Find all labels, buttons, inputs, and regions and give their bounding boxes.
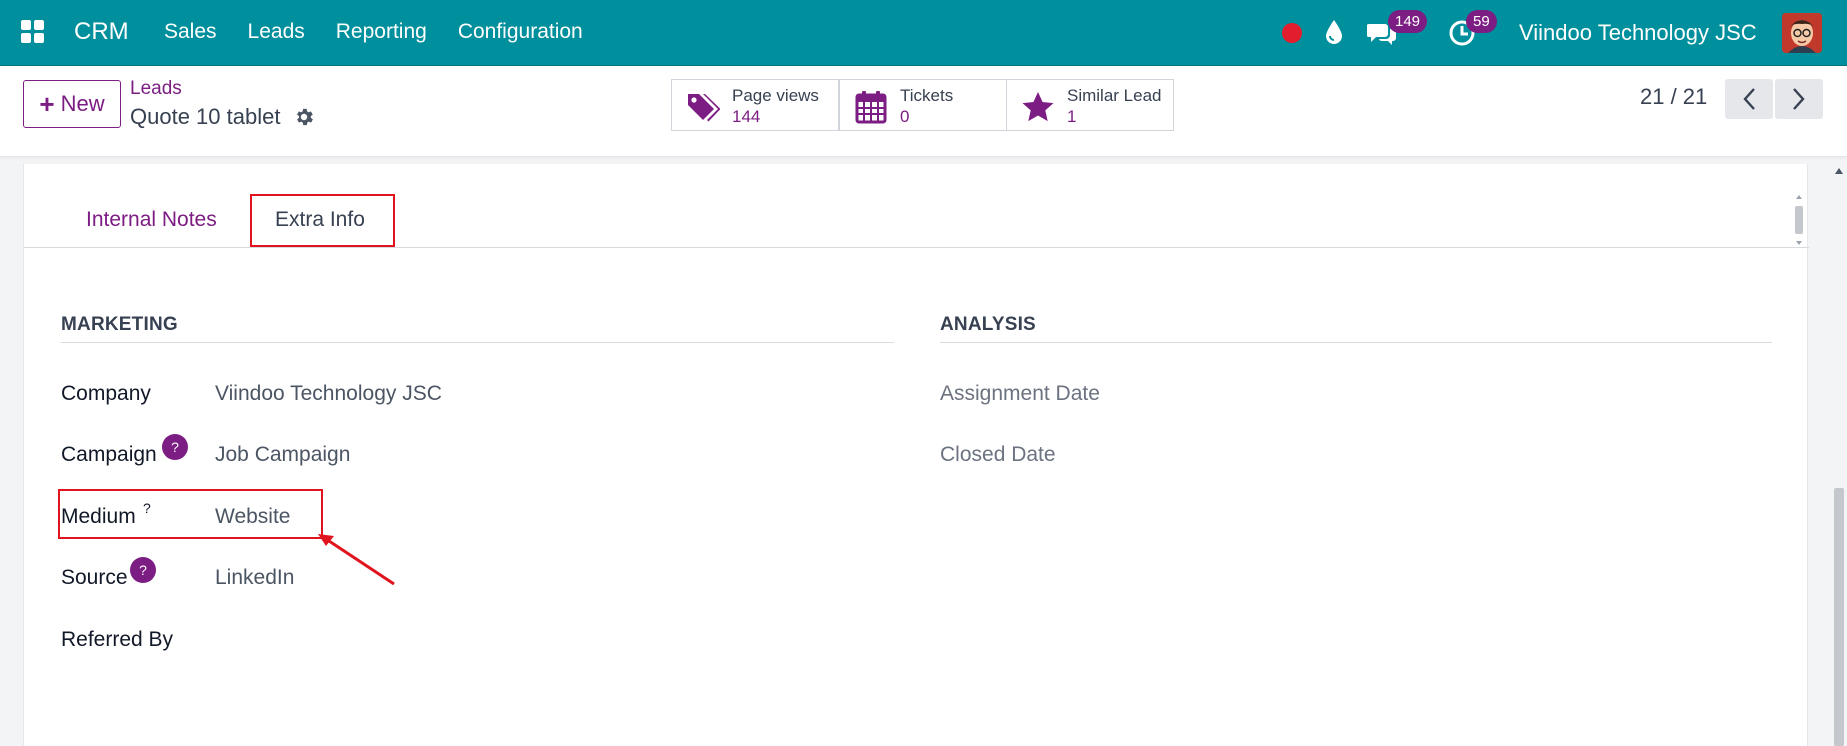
breadcrumb-leads[interactable]: Leads — [130, 78, 182, 100]
tickets-value: 0 — [900, 107, 910, 126]
messages-count-badge: 149 — [1388, 10, 1428, 33]
new-button-label: New — [60, 91, 105, 116]
app-brand[interactable]: CRM — [74, 18, 129, 46]
star-icon — [1022, 92, 1054, 122]
pager-value: 21 / 21 — [1640, 84, 1708, 109]
highlight-box-medium — [58, 489, 323, 539]
chevron-left-icon — [1743, 88, 1755, 110]
referred-by-field[interactable] — [215, 628, 615, 654]
tags-icon — [688, 94, 720, 122]
tickets-stat-button[interactable]: Tickets 0 — [839, 79, 1007, 131]
menu-sales[interactable]: Sales — [164, 20, 217, 44]
analysis-section-title: ANALYSIS — [940, 314, 1036, 335]
tabs-divider — [24, 247, 1809, 248]
campaign-help-icon[interactable]: ? — [162, 434, 188, 460]
menu-leads[interactable]: Leads — [248, 20, 305, 44]
pager-next-button[interactable] — [1775, 79, 1823, 119]
gear-icon[interactable] — [293, 106, 315, 128]
user-avatar-image — [1782, 13, 1822, 53]
analysis-divider — [940, 342, 1772, 343]
closed-date-label: Closed Date — [940, 443, 1056, 466]
annotation-arrow-icon — [318, 534, 395, 586]
referred-by-label: Referred By — [61, 628, 174, 651]
tickets-label: Tickets — [900, 86, 954, 105]
similar-lead-label: Similar Lead — [1067, 86, 1162, 105]
plus-icon: + — [39, 89, 55, 119]
pager-previous-button[interactable] — [1725, 79, 1773, 119]
calendar-icon — [855, 91, 887, 124]
control-panel: + New Leads Quote 10 tablet Page views 1… — [0, 66, 1847, 157]
page-views-stat-button[interactable]: Page views 144 — [671, 79, 839, 131]
menu-reporting[interactable]: Reporting — [336, 20, 427, 44]
marketing-section-title: MARKETING — [61, 314, 178, 335]
assignment-date-label: Assignment Date — [940, 382, 1100, 405]
campaign-label: Campaign — [61, 443, 157, 466]
user-avatar[interactable] — [1782, 13, 1822, 53]
record-title: Quote 10 tablet — [130, 104, 281, 129]
apps-menu-icon[interactable] — [20, 19, 46, 45]
chevron-right-icon — [1793, 88, 1805, 110]
page-views-label: Page views — [732, 86, 819, 105]
source-help-icon[interactable]: ? — [130, 557, 156, 583]
form-sheet: Internal Notes Extra Info MARKETING Comp… — [23, 164, 1809, 746]
source-field[interactable]: LinkedIn — [215, 566, 294, 590]
tab-internal-notes[interactable]: Internal Notes — [86, 208, 217, 232]
top-navbar: CRM Sales Leads Reporting Configuration … — [0, 0, 1847, 66]
activities-count-badge: 59 — [1466, 10, 1497, 33]
similar-lead-stat-button[interactable]: Similar Lead 1 — [1006, 79, 1174, 131]
page-views-value: 144 — [732, 107, 761, 126]
water-drop-icon[interactable] — [1324, 18, 1344, 46]
company-label: Company — [61, 382, 151, 405]
main-menu: Sales Leads Reporting Configuration — [164, 20, 614, 44]
tabs-scrollbar[interactable] — [1793, 192, 1805, 248]
menu-configuration[interactable]: Configuration — [458, 20, 583, 44]
campaign-field[interactable]: Job Campaign — [215, 443, 350, 467]
marketing-divider — [61, 342, 894, 343]
source-label: Source — [61, 566, 128, 589]
company-switcher[interactable]: Viindoo Technology JSC — [1519, 20, 1757, 46]
recording-dot-icon[interactable] — [1282, 23, 1302, 43]
new-button[interactable]: + New — [23, 80, 121, 128]
company-field[interactable]: Viindoo Technology JSC — [215, 382, 442, 406]
page-scrollbar[interactable] — [1831, 158, 1847, 746]
highlight-box-extra-info — [250, 194, 395, 247]
similar-lead-value: 1 — [1067, 107, 1077, 126]
